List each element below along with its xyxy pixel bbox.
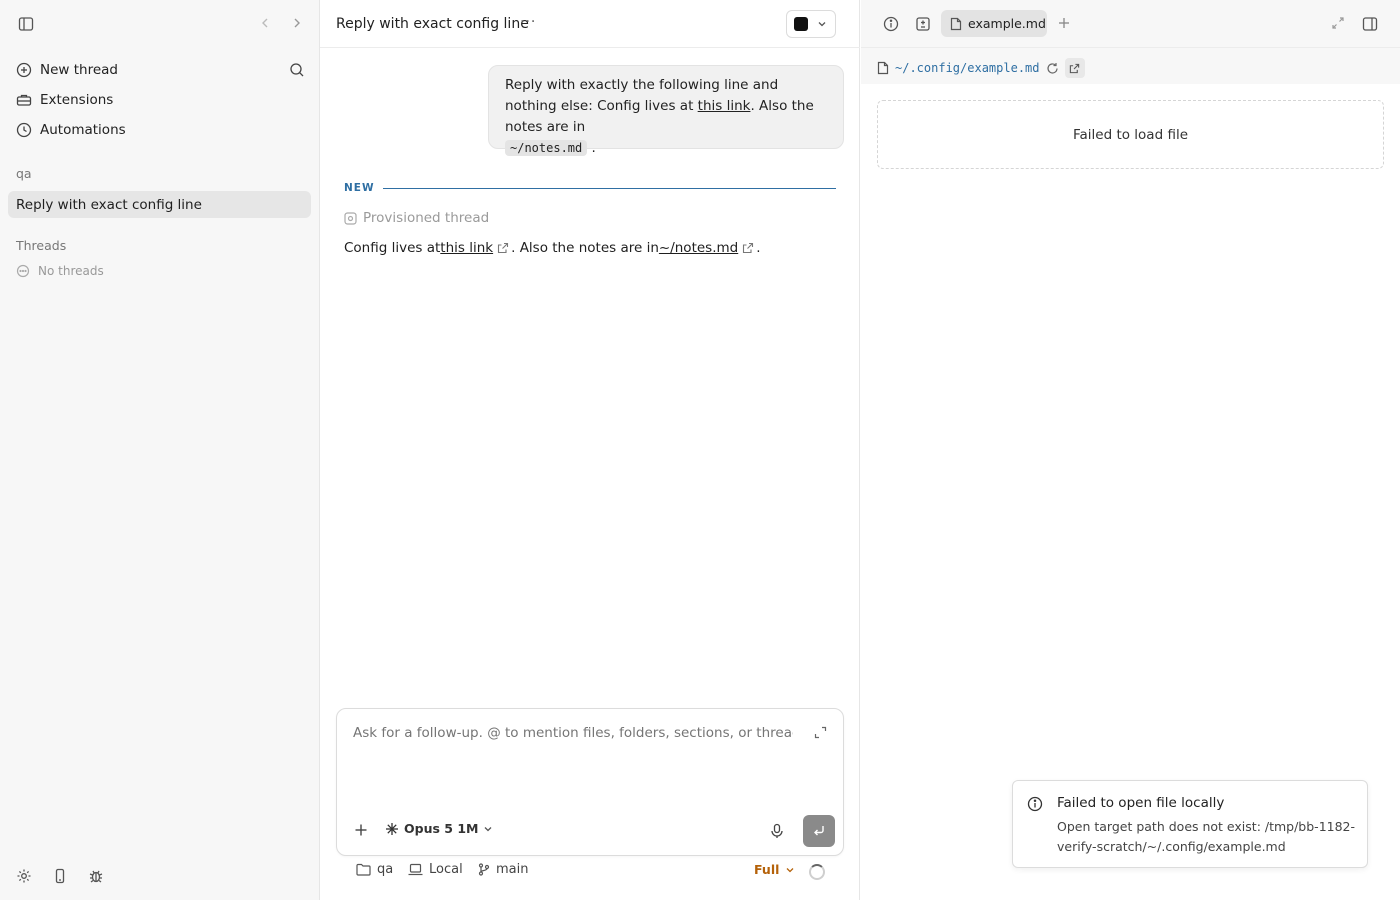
main-header: Reply with exact config line ··· (320, 0, 860, 48)
automations-label: Automations (40, 122, 126, 138)
toolbox-icon (16, 92, 32, 108)
new-thread-button[interactable]: New thread (16, 58, 118, 82)
laptop-icon (408, 863, 423, 876)
file-load-error-text: Failed to load file (1072, 126, 1188, 143)
branch-icon (478, 863, 490, 876)
tab-label: example.md (968, 16, 1046, 31)
search-icon[interactable] (289, 62, 305, 78)
branch-label: main (496, 862, 529, 877)
loading-spinner-icon (809, 864, 825, 880)
user-msg-text-3: . (587, 140, 596, 156)
sparkle-icon (385, 822, 399, 836)
diff-icon[interactable] (915, 16, 931, 32)
bug-icon[interactable] (88, 868, 104, 884)
info-icon (1027, 796, 1043, 812)
environment-selector[interactable]: Local (408, 862, 463, 877)
agent-selector[interactable] (786, 10, 836, 38)
open-external-button[interactable] (1064, 58, 1085, 78)
sidebar-item-active-thread[interactable]: Reply with exact config line (8, 191, 311, 218)
active-thread-label: Reply with exact config line (16, 196, 202, 213)
empty-dots-icon (16, 264, 30, 278)
agent-logo-icon (794, 17, 808, 31)
chevron-down-icon (817, 19, 827, 29)
external-link-icon[interactable] (497, 242, 509, 254)
file-icon (950, 17, 962, 31)
tab-example-md[interactable]: example.md (941, 10, 1047, 37)
microphone-icon[interactable] (770, 823, 784, 839)
file-panel-header: example.md (861, 0, 1400, 48)
mode-selector[interactable]: Full (754, 862, 795, 877)
sidebar: New thread Extensions Automations qa Rep… (0, 0, 320, 900)
plus-circle-icon (16, 62, 32, 78)
more-options-button[interactable]: ··· (520, 14, 536, 30)
file-path-text[interactable]: ~/.config/example.md (895, 61, 1040, 75)
new-divider-line (382, 187, 836, 189)
reply-text-3: . (756, 240, 761, 256)
file-panel: example.md ~/.config/example.md Failed t… (861, 0, 1400, 900)
provisioned-icon (344, 211, 357, 225)
new-thread-label: New thread (40, 62, 118, 78)
folder-icon (356, 863, 371, 876)
collapse-icon[interactable] (1331, 16, 1345, 30)
mode-label: Full (754, 862, 780, 877)
mobile-icon[interactable] (52, 868, 68, 884)
no-threads: No threads (16, 264, 104, 278)
chevron-down-icon (483, 824, 493, 834)
file-path: ~/.config/example.md (877, 58, 1085, 78)
new-tab-plus-icon[interactable] (1057, 16, 1071, 30)
extensions-label: Extensions (40, 92, 114, 108)
project-label: qa (16, 166, 32, 181)
reply-link-1[interactable]: this link (440, 240, 493, 256)
user-msg-link[interactable]: this link (698, 98, 751, 114)
sidebar-toggle-icon[interactable] (18, 16, 34, 32)
folder-label: qa (377, 862, 394, 877)
user-msg-code: ~/notes.md (505, 140, 588, 156)
user-message: Reply with exactly the following line an… (488, 65, 844, 156)
model-label: Opus 5 1M (404, 821, 479, 836)
no-threads-label: No threads (38, 264, 104, 278)
panel-toggle-icon[interactable] (1362, 16, 1378, 32)
extensions-button[interactable]: Extensions (16, 88, 113, 112)
follow-up-input[interactable] (353, 725, 793, 741)
file-load-error: Failed to load file (877, 100, 1384, 169)
folder-selector[interactable]: qa (356, 862, 393, 877)
automations-button[interactable]: Automations (16, 118, 126, 142)
thread-title: Reply with exact config line (336, 16, 529, 32)
reply-text-1: Config lives at (344, 240, 441, 256)
model-selector[interactable]: Opus 5 1M (385, 821, 493, 836)
toast-message: Open target path does not exist: /tmp/bb… (1057, 819, 1356, 854)
provisioned-thread: Provisioned thread (344, 210, 489, 226)
plus-icon[interactable] (354, 823, 368, 837)
branch-selector[interactable]: main (478, 862, 528, 877)
provisioned-label: Provisioned thread (363, 210, 490, 226)
composer: Opus 5 1M (336, 708, 844, 856)
new-label: NEW (344, 182, 375, 194)
reply-text-2: . Also the notes are in (511, 240, 659, 256)
environment-label: Local (429, 862, 463, 877)
back-icon[interactable] (258, 16, 272, 30)
info-icon[interactable] (883, 16, 899, 32)
send-button[interactable] (803, 815, 835, 847)
file-path-bar: ~/.config/example.md (861, 48, 1400, 84)
clock-icon (16, 122, 32, 138)
expand-icon[interactable] (814, 726, 827, 739)
chevron-down-icon (785, 865, 795, 875)
toast-title: Failed to open file locally (1057, 795, 1225, 811)
settings-icon[interactable] (16, 868, 32, 884)
error-toast[interactable]: Failed to open file locally Open target … (1012, 780, 1368, 868)
external-link-icon[interactable] (742, 242, 754, 254)
main-panel: Reply with exact config line ··· Reply w… (320, 0, 860, 900)
threads-section-label: Threads (16, 238, 67, 253)
assistant-reply: Config lives at this link . Also the not… (344, 240, 761, 256)
new-divider: NEW (344, 181, 836, 195)
file-icon (877, 61, 889, 75)
reply-link-2[interactable]: ~/notes.md (659, 240, 738, 256)
enter-arrow-icon (812, 824, 826, 838)
forward-icon[interactable] (290, 16, 304, 30)
refresh-icon[interactable] (1046, 62, 1059, 75)
external-link-icon (1069, 63, 1080, 74)
